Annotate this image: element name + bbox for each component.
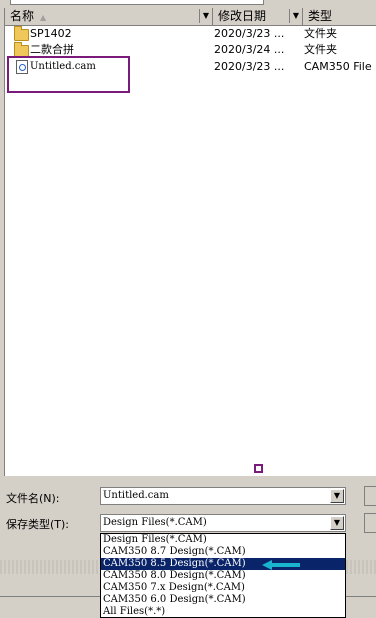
chevron-down-icon[interactable]: ▼ bbox=[330, 489, 344, 503]
dropdown-option[interactable]: CAM350 8.0 Design(*.CAM) bbox=[101, 570, 345, 582]
save-button[interactable] bbox=[364, 486, 376, 506]
list-item[interactable]: SP1402 2020/3/23 ... 文件夹 bbox=[5, 26, 376, 42]
file-type: 文件夹 bbox=[304, 43, 337, 56]
list-header: 名称 ▲ ▼ 修改日期 ▼ 类型 bbox=[5, 8, 376, 26]
cancel-button[interactable] bbox=[364, 513, 376, 533]
filetype-label: 保存类型(T): bbox=[6, 518, 70, 531]
dropdown-option[interactable]: All Files(*.*) bbox=[101, 606, 345, 617]
hatched-strip bbox=[0, 560, 100, 574]
filetype-combobox[interactable]: Design Files(*.CAM) ▼ bbox=[100, 514, 346, 532]
annotation-box bbox=[7, 56, 130, 93]
filetype-value: Design Files(*.CAM) bbox=[103, 517, 207, 528]
column-type[interactable]: 类型 bbox=[303, 8, 376, 25]
top-scroll-strip bbox=[0, 0, 376, 8]
dropdown-option[interactable]: CAM350 7.x Design(*.CAM) bbox=[101, 582, 345, 594]
filename-input[interactable]: Untitled.cam bbox=[103, 490, 169, 501]
filename-label: 文件名(N): bbox=[6, 492, 60, 505]
dropdown-option[interactable]: CAM350 6.0 Design(*.CAM) bbox=[101, 594, 345, 606]
file-type: CAM350 File bbox=[304, 60, 372, 73]
chevron-down-icon[interactable]: ▼ bbox=[199, 9, 212, 23]
column-date[interactable]: 修改日期 ▼ bbox=[213, 8, 303, 25]
hatched-strip bbox=[346, 560, 376, 574]
file-date: 2020/3/23 ... bbox=[214, 60, 285, 73]
filetype-dropdown-list[interactable]: Design Files(*.CAM) CAM350 8.7 Design(*.… bbox=[100, 533, 346, 618]
annotation-marker bbox=[254, 464, 263, 473]
dropdown-option[interactable]: Design Files(*.CAM) bbox=[101, 534, 345, 546]
folder-icon bbox=[14, 26, 29, 41]
file-date: 2020/3/23 ... bbox=[214, 27, 285, 40]
file-date: 2020/3/24 ... bbox=[214, 43, 285, 56]
dropdown-option[interactable]: CAM350 8.7 Design(*.CAM) bbox=[101, 546, 345, 558]
file-type: 文件夹 bbox=[304, 27, 337, 40]
column-type-label: 类型 bbox=[308, 9, 333, 23]
file-name: SP1402 bbox=[30, 27, 72, 40]
column-date-label: 修改日期 bbox=[218, 9, 267, 23]
annotation-arrow-icon bbox=[262, 560, 300, 570]
filename-combobox[interactable]: Untitled.cam ▼ bbox=[100, 487, 346, 505]
dropdown-option-selected[interactable]: CAM350 8.5 Design(*.CAM) bbox=[101, 558, 345, 570]
sort-ascending-icon: ▲ bbox=[40, 13, 47, 22]
chevron-down-icon[interactable]: ▼ bbox=[330, 516, 344, 530]
chevron-down-icon[interactable]: ▼ bbox=[289, 9, 302, 23]
column-name[interactable]: 名称 ▲ ▼ bbox=[5, 8, 213, 25]
column-name-label: 名称 bbox=[10, 9, 35, 23]
